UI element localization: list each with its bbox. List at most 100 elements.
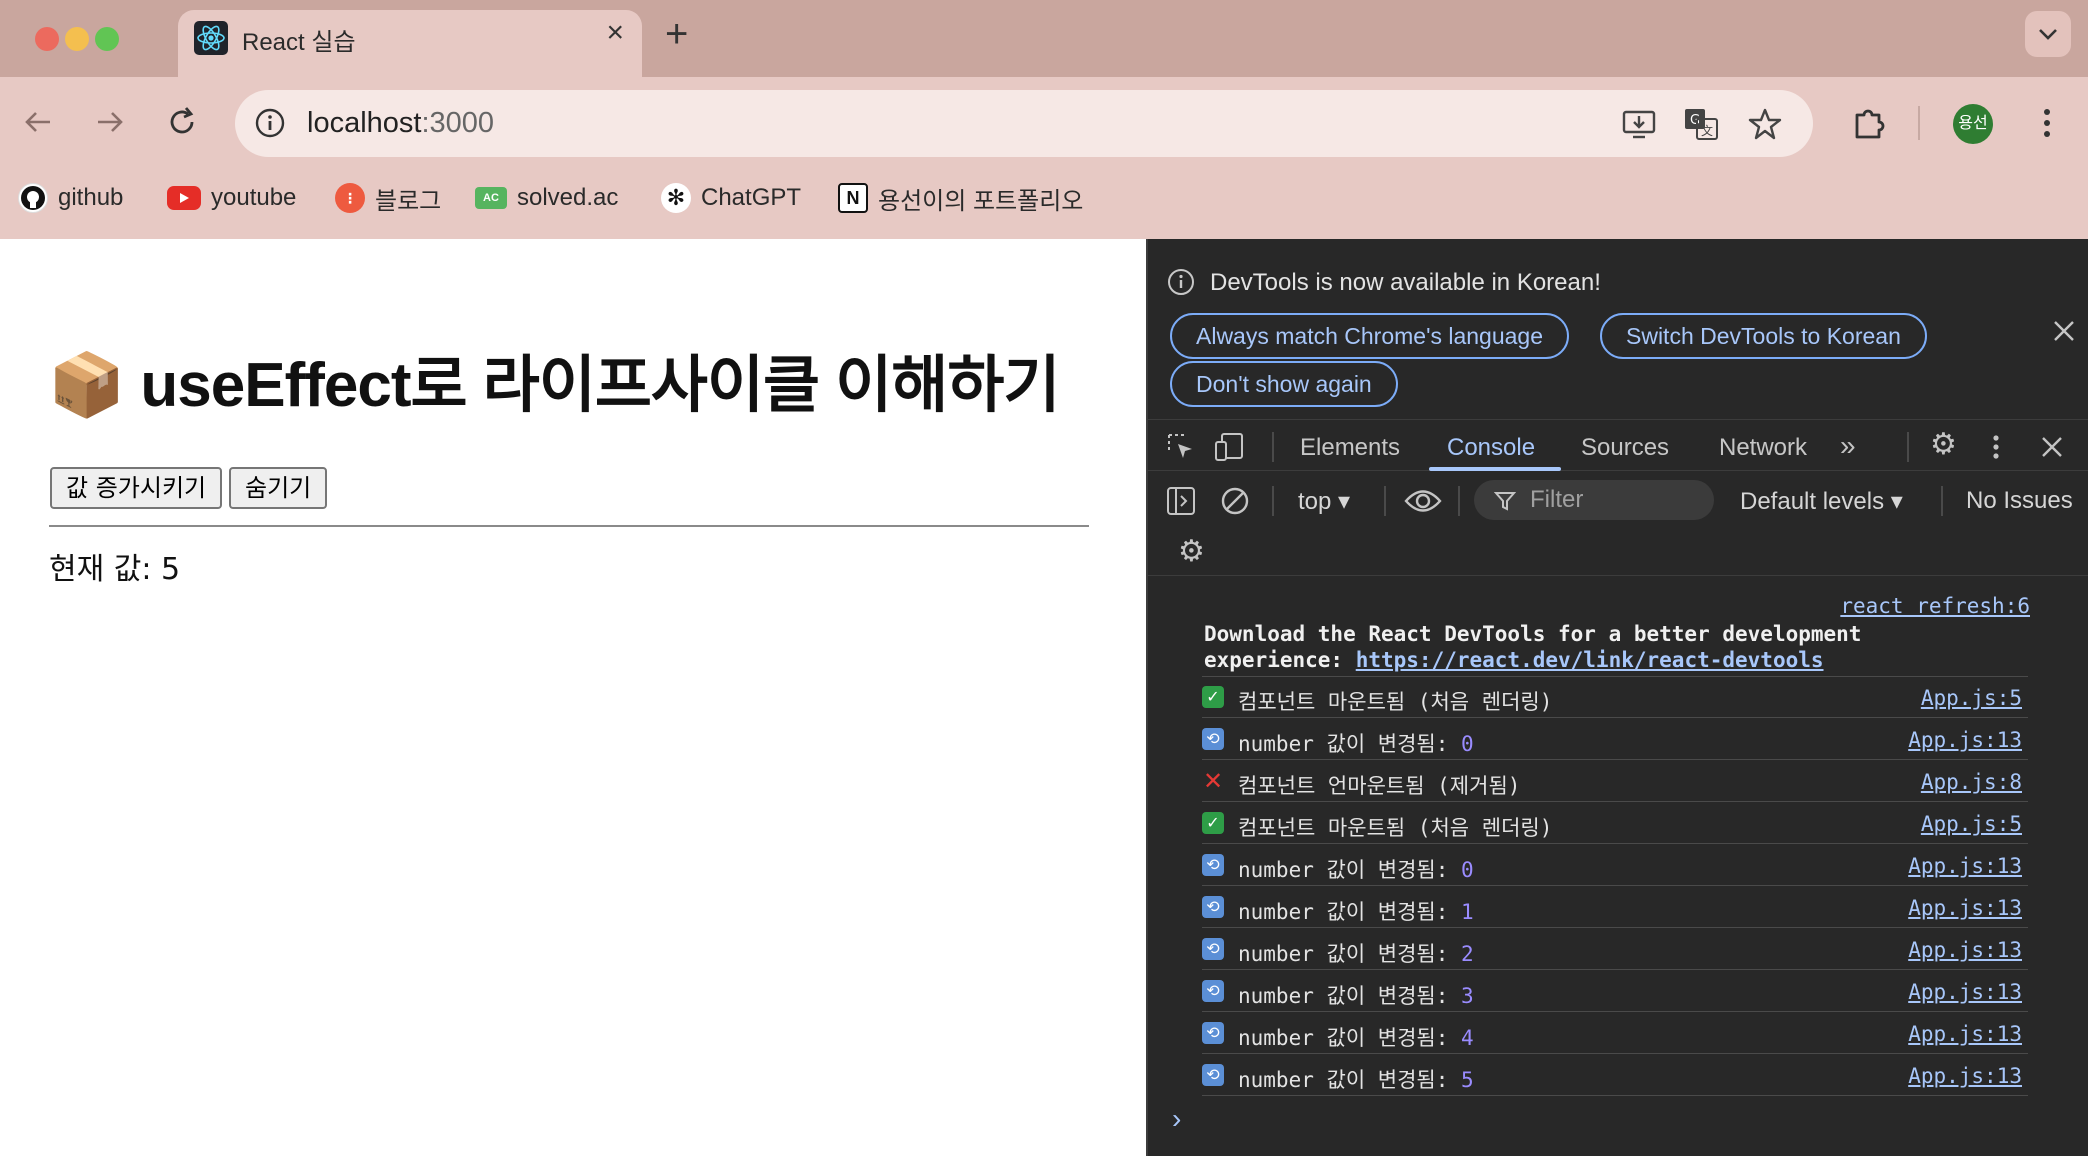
console-row: ⟲ number 값이 변경됨: 2 App.js:13 bbox=[1202, 928, 2028, 970]
bookmark-star-icon[interactable] bbox=[1747, 106, 1783, 142]
context-selector[interactable]: top ▾ bbox=[1298, 487, 1350, 516]
issues-counter[interactable]: No Issues bbox=[1966, 487, 2073, 515]
repeat-icon: ⟲ bbox=[1202, 896, 1224, 918]
source-link[interactable]: App.js:13 bbox=[1908, 938, 2022, 962]
console-row: ⟲ number 값이 변경됨: 0 App.js:13 bbox=[1202, 844, 2028, 886]
toolbar-divider bbox=[1458, 486, 1460, 516]
react-devtools-link[interactable]: https://react.dev/link/react-devtools bbox=[1356, 648, 1824, 672]
address-bar[interactable]: localhost:3000 G文 bbox=[235, 90, 1813, 157]
source-link[interactable]: App.js:13 bbox=[1908, 854, 2022, 878]
bookmark-github[interactable]: github bbox=[18, 180, 123, 216]
bookmark-portfolio[interactable]: N 용선이의 포트폴리오 bbox=[838, 180, 1083, 216]
log-text: number 값이 변경됨: 3 bbox=[1238, 984, 1474, 1008]
tab-console[interactable]: Console bbox=[1447, 434, 1535, 462]
bookmark-label: youtube bbox=[211, 184, 297, 211]
device-toolbar-icon[interactable] bbox=[1214, 432, 1246, 462]
new-tab-button[interactable]: + bbox=[665, 14, 688, 54]
source-link[interactable]: App.js:5 bbox=[1921, 812, 2022, 836]
filter-input[interactable]: Filter bbox=[1474, 480, 1714, 520]
solvedac-icon: AC bbox=[475, 187, 507, 209]
log-text: 컴포넌트 마운트됨 (처음 렌더링) bbox=[1238, 816, 1553, 840]
repeat-icon: ⟲ bbox=[1202, 938, 1224, 960]
increment-button[interactable]: 값 증가시키기 bbox=[50, 467, 223, 509]
source-link[interactable]: App.js:13 bbox=[1908, 1022, 2022, 1046]
url-text[interactable]: localhost:3000 bbox=[307, 107, 494, 140]
language-banner: DevTools is now available in Korean! Alw… bbox=[1148, 239, 2088, 419]
source-link[interactable]: App.js:13 bbox=[1908, 980, 2022, 1004]
console-settings-gear-icon[interactable]: ⚙ bbox=[1178, 537, 1205, 567]
check-icon: ✓ bbox=[1202, 686, 1224, 708]
hide-button[interactable]: 숨기기 bbox=[229, 467, 328, 509]
tab-divider bbox=[1907, 432, 1909, 462]
site-info-icon[interactable] bbox=[253, 106, 287, 140]
source-link[interactable]: react refresh:6 bbox=[1840, 594, 2030, 618]
bookmark-label: 블로그 bbox=[375, 187, 442, 215]
minimize-window-button[interactable] bbox=[65, 27, 89, 51]
devtools-tabs: Elements Console Sources Network » ⚙ bbox=[1148, 419, 2088, 471]
settings-gear-icon[interactable]: ⚙ bbox=[1930, 430, 1957, 460]
clear-console-icon[interactable] bbox=[1220, 486, 1250, 516]
console-row: ⟲ number 값이 변경됨: 0 App.js:13 bbox=[1202, 718, 2028, 760]
back-icon[interactable] bbox=[20, 104, 56, 140]
browser-tab[interactable]: React 실습 × bbox=[178, 10, 642, 77]
source-link[interactable]: App.js:8 bbox=[1921, 770, 2022, 794]
cross-icon: ✕ bbox=[1202, 767, 1224, 795]
extensions-icon[interactable] bbox=[1849, 103, 1889, 143]
inspect-element-icon[interactable] bbox=[1166, 432, 1196, 462]
source-link[interactable]: App.js:13 bbox=[1908, 896, 2022, 920]
log-levels-dropdown[interactable]: Default levels ▾ bbox=[1740, 487, 1903, 516]
log-text: number 값이 변경됨: 0 bbox=[1238, 858, 1474, 882]
chevron-down-icon bbox=[2039, 29, 2057, 40]
more-tabs-icon[interactable]: » bbox=[1840, 432, 1856, 460]
log-text: number 값이 변경됨: 2 bbox=[1238, 942, 1474, 966]
match-language-button[interactable]: Always match Chrome's language bbox=[1170, 313, 1569, 359]
react-icon bbox=[194, 21, 228, 55]
browser-chrome: React 실습 × + localhost:3000 G文 용선 github… bbox=[0, 0, 2088, 239]
source-link[interactable]: App.js:13 bbox=[1908, 1064, 2022, 1088]
tab-search-button[interactable] bbox=[2025, 11, 2071, 57]
console-row: ⟲ number 값이 변경됨: 5 App.js:13 bbox=[1202, 1054, 2028, 1096]
live-expression-eye-icon[interactable] bbox=[1404, 484, 1442, 518]
filter-icon bbox=[1494, 492, 1516, 511]
sidebar-toggle-icon[interactable] bbox=[1166, 486, 1196, 516]
zoom-window-button[interactable] bbox=[95, 27, 119, 51]
forward-icon[interactable] bbox=[92, 104, 128, 140]
log-text: 컴포넌트 마운트됨 (처음 렌더링) bbox=[1238, 690, 1553, 714]
info-icon bbox=[1168, 269, 1194, 295]
log-text: number 값이 변경됨: 0 bbox=[1238, 732, 1474, 756]
translate-icon[interactable]: G文 bbox=[1683, 106, 1719, 142]
reload-icon[interactable] bbox=[164, 104, 200, 140]
tab-close-icon[interactable]: × bbox=[606, 18, 624, 48]
bookmark-label: 용선이의 포트폴리오 bbox=[878, 187, 1084, 215]
switch-korean-button[interactable]: Switch DevTools to Korean bbox=[1600, 313, 1927, 359]
profile-avatar[interactable]: 용선 bbox=[1953, 104, 1993, 144]
bookmark-label: ChatGPT bbox=[701, 184, 802, 211]
close-devtools-icon[interactable] bbox=[2040, 435, 2064, 459]
dont-show-button[interactable]: Don't show again bbox=[1170, 361, 1398, 407]
bookmark-label: github bbox=[58, 184, 124, 211]
page-heading: 📦 useEffect로 라이프사이클 이해하기 bbox=[48, 351, 1060, 420]
banner-message: DevTools is now available in Korean! bbox=[1210, 269, 1601, 296]
bookmark-youtube[interactable]: youtube bbox=[167, 180, 296, 216]
close-window-button[interactable] bbox=[35, 27, 59, 51]
install-app-icon[interactable] bbox=[1621, 106, 1657, 142]
devtools-menu-icon[interactable] bbox=[1988, 432, 2004, 462]
bookmark-label: solved.ac bbox=[517, 184, 619, 211]
react-devtools-message: Download the React DevTools for a better… bbox=[1204, 621, 2024, 673]
divider bbox=[49, 525, 1089, 527]
blog-icon: ⋮ bbox=[335, 183, 365, 213]
toolbar-divider bbox=[1272, 486, 1274, 516]
message-line: Download the React DevTools for a better… bbox=[1204, 622, 1862, 646]
console-prompt[interactable]: › bbox=[1172, 1103, 1181, 1135]
source-link[interactable]: App.js:13 bbox=[1908, 728, 2022, 752]
bookmark-blog[interactable]: ⋮ 블로그 bbox=[335, 180, 441, 216]
console-row: ⟲ number 값이 변경됨: 4 App.js:13 bbox=[1202, 1012, 2028, 1054]
tab-sources[interactable]: Sources bbox=[1581, 434, 1669, 462]
bookmark-solvedac[interactable]: AC solved.ac bbox=[475, 180, 618, 216]
close-banner-icon[interactable] bbox=[2051, 318, 2077, 344]
bookmark-chatgpt[interactable]: ✻ ChatGPT bbox=[661, 180, 801, 216]
tab-elements[interactable]: Elements bbox=[1300, 434, 1400, 462]
tab-network[interactable]: Network bbox=[1719, 434, 1807, 462]
menu-kebab-icon[interactable] bbox=[2027, 103, 2067, 143]
source-link[interactable]: App.js:5 bbox=[1921, 686, 2022, 710]
